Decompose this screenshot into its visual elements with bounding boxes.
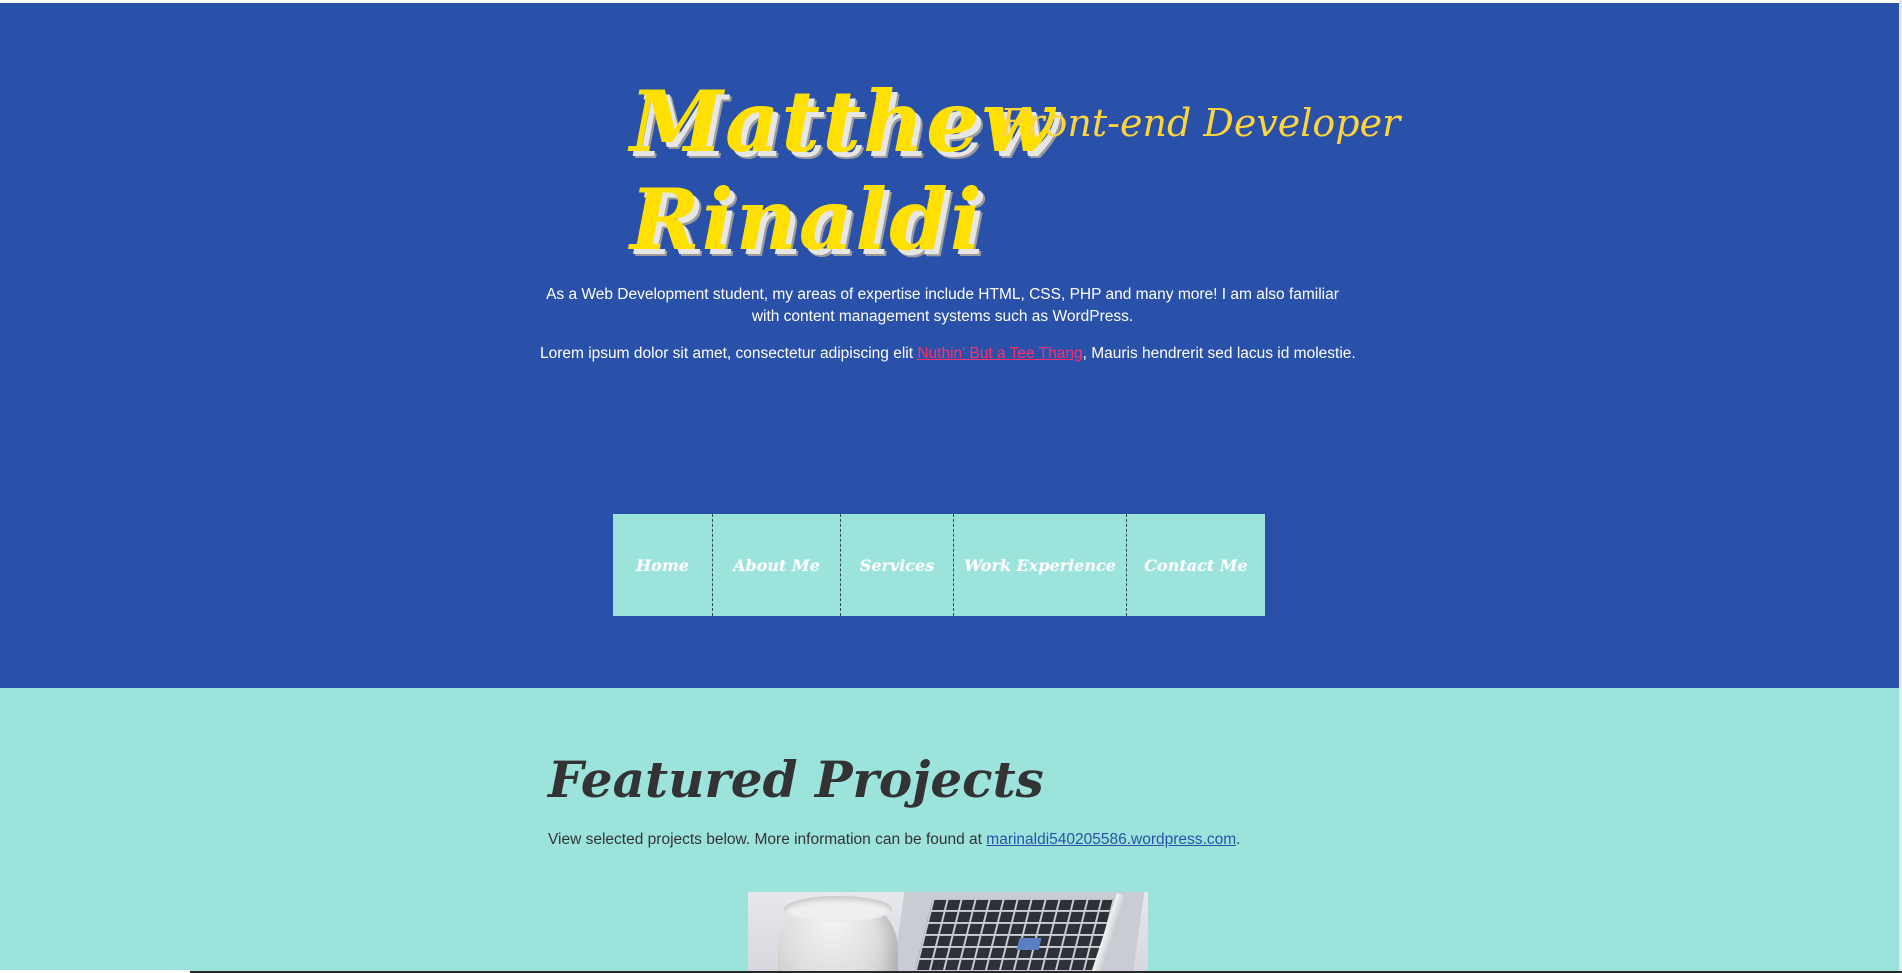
wordpress-site-link[interactable]: marinaldi540205586.wordpress.com [986, 831, 1236, 848]
main-nav: Home About Me Services Work Experience C… [613, 514, 1265, 616]
featured-projects-heading: Featured Projects [548, 750, 1044, 809]
keyboard-highlight-key [1016, 938, 1042, 950]
nav-item-work-experience[interactable]: Work Experience [954, 514, 1127, 616]
featured-projects-section: Featured Projects View selected projects… [0, 688, 1899, 973]
featured-projects-description: View selected projects below. More infor… [548, 831, 1240, 849]
hero-section: Matthew Rinaldi Front-end Developer As a… [0, 3, 1899, 688]
project-thumbnail-image[interactable] [748, 892, 1148, 973]
keyboard-illustration [913, 898, 1113, 973]
nav-item-about-me[interactable]: About Me [713, 514, 841, 616]
intro-paragraph: As a Web Development student, my areas o… [546, 286, 1339, 325]
nav-item-services[interactable]: Services [841, 514, 954, 616]
site-name-heading: Matthew Rinaldi [630, 72, 1056, 269]
lorem-paragraph: Lorem ipsum dolor sit amet, consectetur … [540, 343, 1356, 365]
projects-desc-before: View selected projects below. More infor… [548, 831, 987, 848]
nav-item-contact-me[interactable]: Contact Me [1127, 514, 1265, 616]
page: Matthew Rinaldi Front-end Developer As a… [0, 0, 1902, 973]
nav-item-home[interactable]: Home [613, 514, 713, 616]
tee-thang-link[interactable]: Nuthin' But a Tee Thang [917, 345, 1082, 362]
lorem-text-after: , Mauris hendrerit sed lacus id molestie… [1082, 345, 1356, 362]
coffee-mug-rim [784, 896, 892, 922]
role-tagline: Front-end Developer [1000, 101, 1401, 145]
projects-desc-after: . [1236, 831, 1241, 848]
lorem-text-before: Lorem ipsum dolor sit amet, consectetur … [540, 345, 918, 362]
